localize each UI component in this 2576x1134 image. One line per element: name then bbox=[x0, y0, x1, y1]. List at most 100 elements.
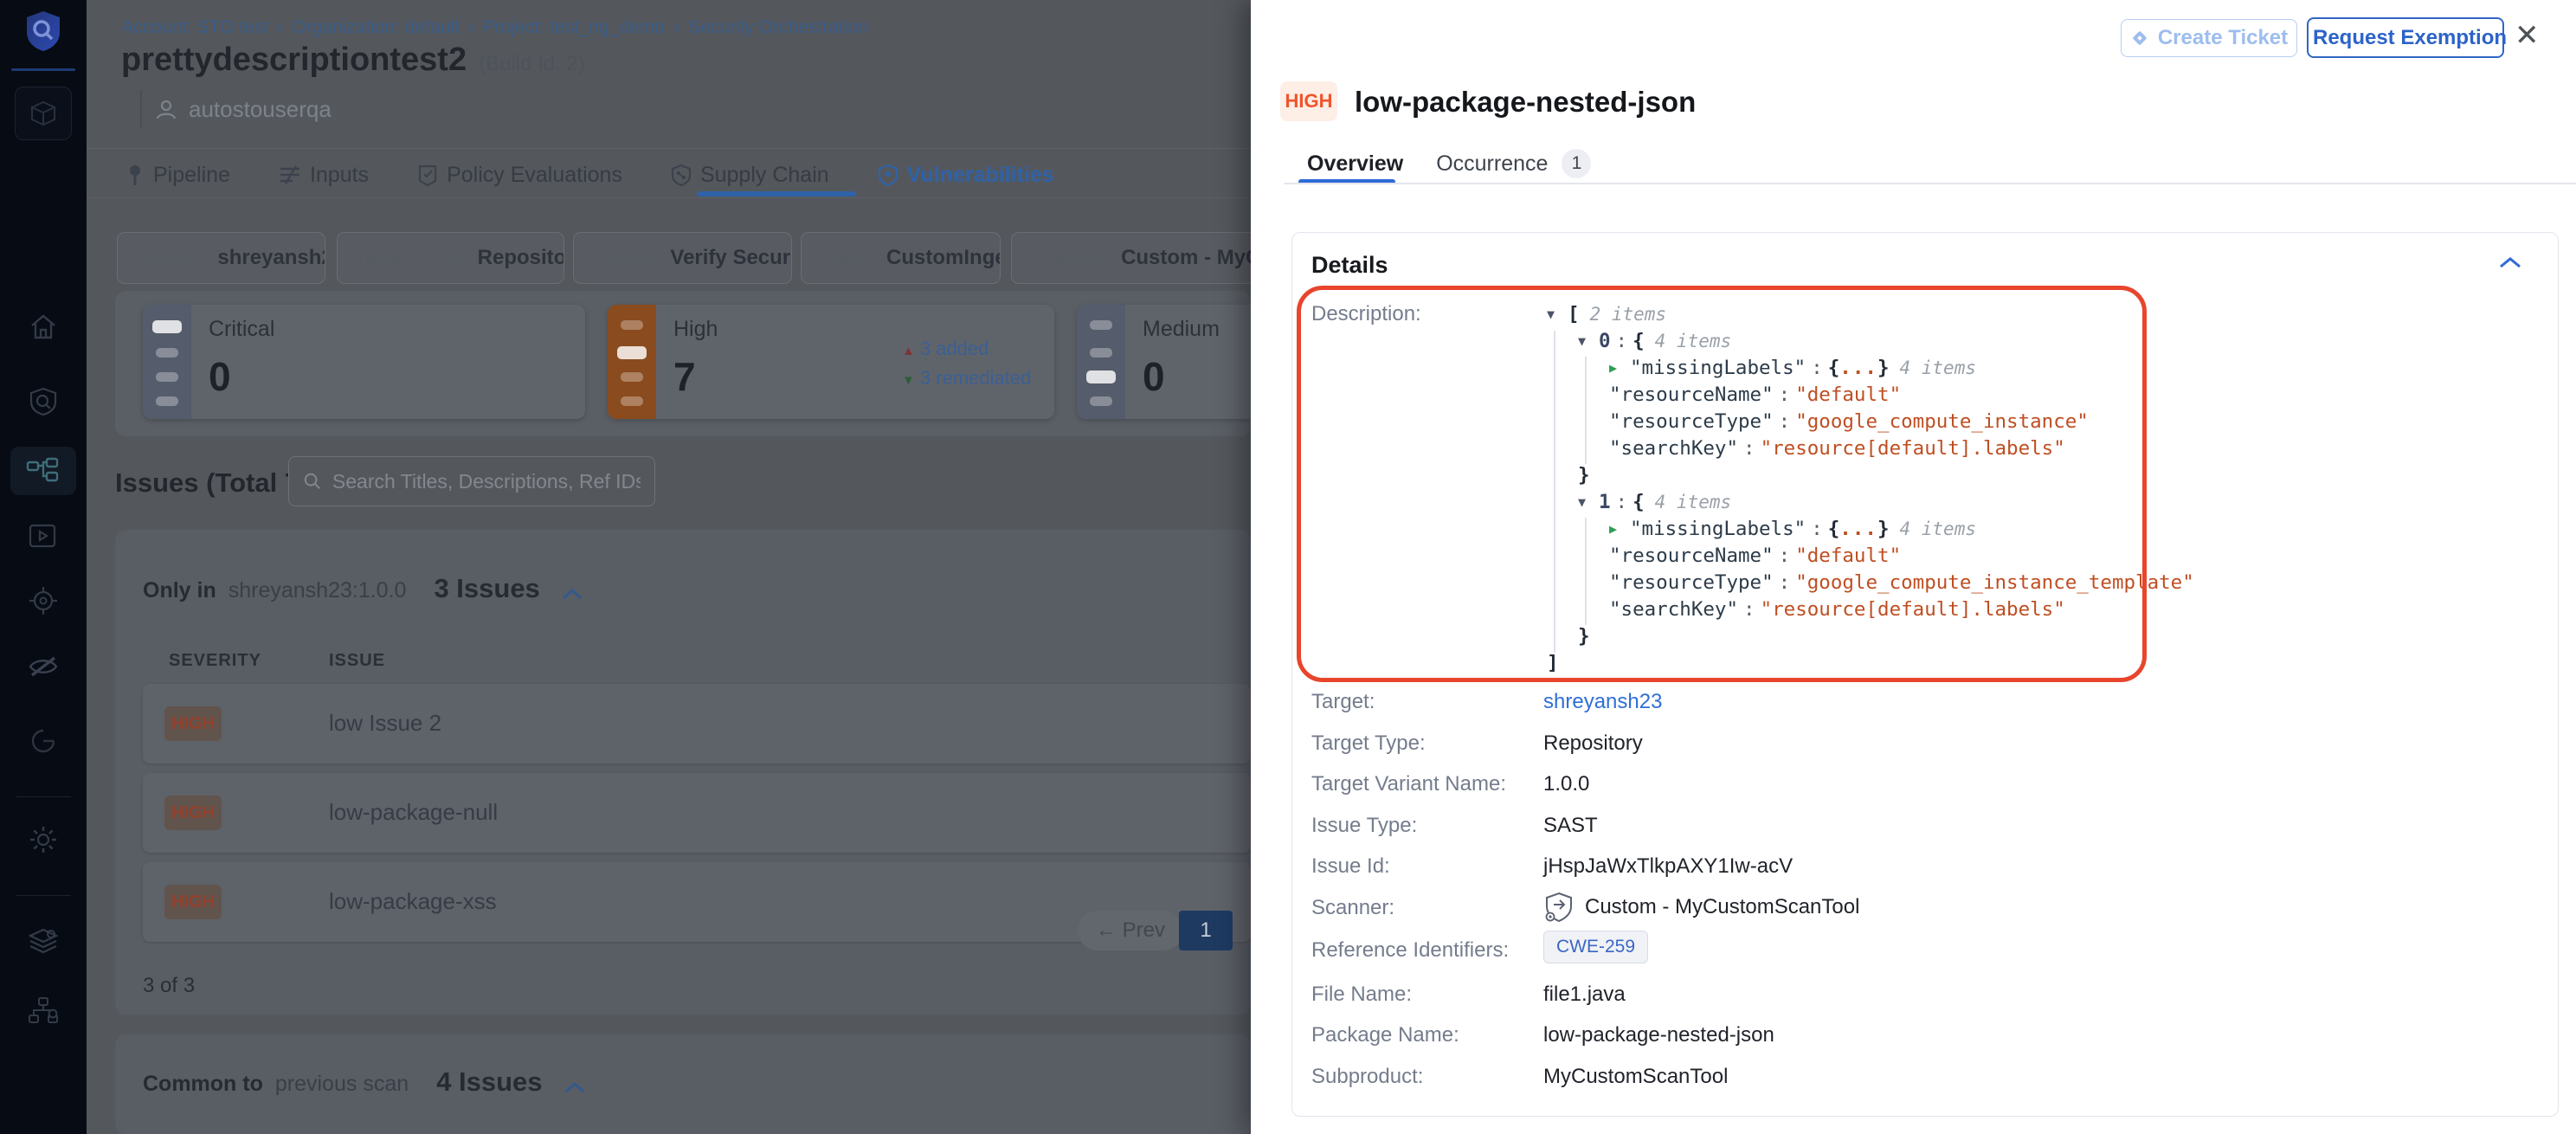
vulnerabilities-tab-icon bbox=[878, 164, 898, 186]
nav-home-icon[interactable] bbox=[0, 308, 87, 346]
nav-default-settings-icon[interactable] bbox=[0, 923, 87, 961]
chevron-up-icon[interactable] bbox=[564, 1081, 586, 1093]
user-avatar-icon bbox=[154, 97, 178, 121]
issue-title: low-package-null bbox=[329, 799, 498, 826]
field-value-issue-type: SAST bbox=[1543, 814, 1598, 838]
breadcrumb-account[interactable]: Account: STO test bbox=[121, 17, 268, 37]
json-tree-line: ▶"missingLabels":{...}4 items bbox=[1547, 355, 2194, 382]
build-id: (Build Id: 2) bbox=[479, 52, 585, 75]
json-tree-line: "resourceType":"google_compute_instance_… bbox=[1547, 570, 2194, 596]
nav-targets-icon[interactable] bbox=[0, 582, 87, 620]
supply-chain-tab-icon bbox=[671, 164, 692, 186]
create-ticket-button[interactable]: Create Ticket bbox=[2121, 19, 2297, 57]
pagination-page-1-button[interactable]: 1 bbox=[1179, 911, 1233, 950]
breadcrumb-project[interactable]: Project: test_ng_demo bbox=[483, 17, 665, 37]
drawer-issue-title: low-package-nested-json bbox=[1355, 86, 1696, 119]
severity-badge: HIGH bbox=[164, 706, 222, 741]
breadcrumb-org[interactable]: Organization: default bbox=[292, 17, 460, 37]
caret-down-icon[interactable]: ▼ bbox=[1578, 489, 1599, 516]
nav-exemptions-icon[interactable] bbox=[0, 648, 87, 686]
group-target: shreyansh23:1.0.0 bbox=[229, 578, 407, 603]
breadcrumb-separator: › bbox=[468, 17, 474, 37]
triangle-down-icon: ▼ bbox=[902, 373, 915, 388]
json-tree-line: "resourceName":"default" bbox=[1547, 382, 2194, 409]
nav-executions-icon[interactable] bbox=[0, 518, 87, 556]
json-tree-line: ▼[2 items bbox=[1547, 301, 2194, 328]
caret-down-icon[interactable]: ▼ bbox=[1578, 328, 1599, 355]
harness-sto-logo-icon[interactable] bbox=[0, 7, 87, 55]
triangle-up-icon: ▲ bbox=[902, 344, 915, 358]
caret-right-icon[interactable]: ▶ bbox=[1609, 355, 1630, 382]
pagination-prev-button[interactable]: ← Prev bbox=[1078, 911, 1183, 950]
severity-card-high[interactable]: High 7 ▲3 added ▼3 remediated bbox=[608, 305, 1054, 419]
severity-badge: HIGH bbox=[164, 885, 222, 919]
group-target: previous scan bbox=[275, 1072, 409, 1097]
tab-policy-evaluations[interactable]: Policy Evaluations bbox=[417, 163, 622, 188]
tab-occurrence[interactable]: Occurrence bbox=[1436, 151, 1548, 177]
field-value-target-type: Repository bbox=[1543, 731, 1643, 756]
main-content-dimmed: Account: STO test › Organization: default ›… bbox=[87, 0, 1251, 1134]
tab-inputs[interactable]: Inputs bbox=[279, 163, 369, 188]
group-prefix: Common to bbox=[143, 1072, 263, 1097]
severity-card-critical[interactable]: Critical 0 bbox=[143, 305, 585, 419]
field-value-target-link[interactable]: shreyansh23 bbox=[1543, 690, 1662, 714]
group-prefix: Only in bbox=[143, 578, 216, 603]
details-collapse-chevron-icon[interactable] bbox=[2497, 255, 2523, 269]
tab-pipeline[interactable]: Pipeline bbox=[126, 163, 230, 188]
nav-divider bbox=[16, 796, 71, 797]
nav-get-started-icon[interactable] bbox=[0, 722, 87, 760]
json-tree-line: "searchKey":"resource[default].labels" bbox=[1547, 596, 2194, 623]
search-icon bbox=[303, 471, 322, 492]
severity-card-label: Medium bbox=[1143, 317, 1220, 342]
field-label-issue-id: Issue Id: bbox=[1311, 854, 1390, 879]
nav-overview-shield-icon[interactable] bbox=[0, 383, 87, 421]
sto-vulnerabilities-page: Account: STO test › Organization: default ›… bbox=[0, 0, 2576, 1134]
severity-card-label: Critical bbox=[209, 317, 274, 342]
breadcrumb[interactable]: Account: STO test › Organization: default ›… bbox=[121, 17, 868, 38]
caret-down-icon[interactable]: ▼ bbox=[1547, 301, 1568, 328]
json-tree-line: } bbox=[1547, 623, 2194, 650]
nav-settings-gear-icon[interactable] bbox=[0, 821, 87, 859]
request-exemption-button[interactable]: Request Exemption bbox=[2307, 17, 2504, 58]
close-icon[interactable]: ✕ bbox=[2515, 21, 2540, 50]
tab-supply-chain[interactable]: Supply Chain bbox=[671, 163, 829, 188]
json-tree-line: "resourceType":"google_compute_instance" bbox=[1547, 409, 2194, 435]
pipeline-tabbar: Pipeline Inputs Policy Evaluations Suppl… bbox=[126, 158, 1054, 192]
details-card: Details Description: ▼[2 items▼0:{4 item… bbox=[1291, 232, 2559, 1117]
search-input[interactable] bbox=[332, 470, 641, 493]
module-selector-cube-icon[interactable] bbox=[15, 87, 72, 140]
issue-row[interactable]: HIGH low-package-null bbox=[143, 773, 1251, 853]
issues-group2-header[interactable]: Common to previous scan 4 Issues bbox=[143, 1066, 586, 1098]
nav-pipelines-icon[interactable] bbox=[10, 447, 76, 495]
field-value-scanner: Custom - MyCustomScanTool bbox=[1543, 891, 1859, 924]
field-label-reference-identifiers: Reference Identifiers: bbox=[1311, 938, 1509, 963]
filter-stages[interactable]: Stages:Verify Security bbox=[573, 232, 792, 284]
rows-count-footer: 3 of 3 bbox=[143, 974, 195, 998]
json-tree-line: "searchKey":"resource[default].labels" bbox=[1547, 435, 2194, 462]
severity-card-medium[interactable]: Medium 0 bbox=[1077, 305, 1251, 419]
cwe-chip[interactable]: CWE-259 bbox=[1543, 931, 1648, 963]
inputs-tab-icon bbox=[279, 164, 301, 185]
filter-target-type[interactable]: Target Type:Repository bbox=[337, 232, 564, 284]
breadcrumb-module[interactable]: Security Orchestration bbox=[688, 17, 868, 37]
filter-targets[interactable]: Targets:shreyansh23 bbox=[117, 232, 325, 284]
filter-scanner[interactable]: Scanner:Custom - MyCustomSc... bbox=[1011, 232, 1251, 284]
nav-org-structure-icon[interactable] bbox=[0, 992, 87, 1030]
issues-search[interactable] bbox=[288, 456, 655, 506]
tab-overview[interactable]: Overview bbox=[1307, 151, 1403, 177]
issues-group1-header[interactable]: Only in shreyansh23:1.0.0 3 Issues bbox=[143, 573, 583, 604]
caret-right-icon[interactable]: ▶ bbox=[1609, 516, 1630, 543]
filter-steps[interactable]: Steps:CustomIngest bbox=[801, 232, 1001, 284]
pipeline-tab-icon bbox=[126, 164, 145, 186]
field-label-issue-type: Issue Type: bbox=[1311, 814, 1417, 838]
json-tree-line: ▼1:{4 items bbox=[1547, 489, 2194, 516]
tab-vulnerabilities[interactable]: Vulnerabilities bbox=[878, 163, 1054, 188]
severity-card-count: 7 bbox=[673, 353, 696, 400]
severity-card-count: 0 bbox=[1143, 353, 1165, 400]
chevron-up-icon[interactable] bbox=[561, 588, 583, 600]
json-tree[interactable]: ▼[2 items▼0:{4 items▶"missingLabels":{..… bbox=[1547, 301, 2194, 677]
breadcrumb-separator: › bbox=[673, 17, 679, 37]
issue-row[interactable]: HIGH low Issue 2 bbox=[143, 684, 1251, 764]
issue-title: low Issue 2 bbox=[329, 710, 441, 737]
field-label-package-name: Package Name: bbox=[1311, 1023, 1459, 1047]
